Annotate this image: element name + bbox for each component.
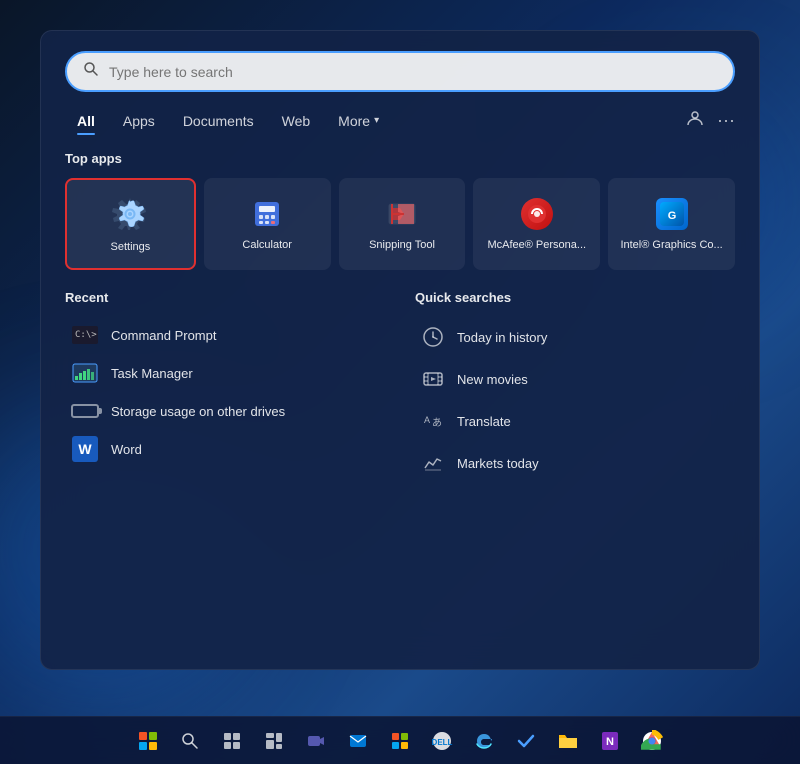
taskbar-mail-icon[interactable] (340, 723, 376, 759)
tab-apps[interactable]: Apps (111, 109, 167, 133)
word-label: Word (111, 442, 142, 457)
app-tile-settings[interactable]: Settings (65, 178, 196, 270)
storage-label: Storage usage on other drives (111, 404, 285, 419)
svg-text:N: N (606, 736, 614, 748)
cmd-label: Command Prompt (111, 328, 216, 343)
movies-label: New movies (457, 372, 528, 387)
nav-tabs: All Apps Documents Web More ▾ ··· (65, 108, 735, 133)
chart-icon (421, 451, 445, 475)
tab-documents[interactable]: Documents (171, 109, 266, 133)
settings-icon (112, 196, 148, 232)
calculator-icon (251, 198, 283, 230)
clock-icon (421, 325, 445, 349)
recent-item-cmd[interactable]: C:\> Command Prompt (65, 317, 385, 353)
recent-column: Recent C:\> Command Prompt (65, 290, 385, 485)
taskbar: DELL N (0, 716, 800, 764)
tab-web[interactable]: Web (270, 109, 323, 133)
nav-right-icons: ··· (685, 108, 735, 133)
top-apps-grid: Settings Calculator (65, 178, 735, 270)
quick-searches-column: Quick searches Today in history (415, 290, 735, 485)
word-icon: W (71, 439, 99, 459)
quick-item-history[interactable]: Today in history (415, 317, 735, 357)
history-label: Today in history (457, 330, 547, 345)
markets-label: Markets today (457, 456, 539, 471)
tab-more[interactable]: More ▾ (326, 109, 391, 133)
svg-text:A: A (424, 415, 430, 425)
mcafee-icon (521, 198, 553, 230)
taskbar-chrome-icon[interactable] (634, 723, 670, 759)
settings-label: Settings (111, 240, 151, 254)
task-manager-icon (71, 363, 99, 383)
search-input[interactable] (109, 64, 717, 80)
app-tile-intel[interactable]: G Intel® Graphics Co... (608, 178, 735, 270)
svg-text:DELL: DELL (432, 738, 453, 747)
mcafee-label: McAfee® Persona... (487, 238, 586, 252)
snipping-label: Snipping Tool (369, 238, 435, 252)
app-tile-calculator[interactable]: Calculator (204, 178, 331, 270)
cmd-icon: C:\> (71, 325, 99, 345)
top-apps-title: Top apps (65, 151, 735, 166)
taskbar-dell-icon[interactable]: DELL (424, 723, 460, 759)
storage-icon (71, 401, 99, 421)
task-manager-label: Task Manager (111, 366, 193, 381)
search-bar[interactable] (65, 51, 735, 92)
windows-start-button[interactable] (130, 723, 166, 759)
taskbar-teams-icon[interactable] (298, 723, 334, 759)
svg-text:G: G (667, 210, 676, 222)
taskbar-edge-icon[interactable] (466, 723, 502, 759)
taskbar-onenote-icon[interactable]: N (592, 723, 628, 759)
intel-label: Intel® Graphics Co... (620, 238, 722, 252)
app-tile-snipping[interactable]: Snipping Tool (339, 178, 466, 270)
translate-label: Translate (457, 414, 511, 429)
recent-title: Recent (65, 290, 385, 305)
app-tile-mcafee[interactable]: McAfee® Persona... (473, 178, 600, 270)
quick-searches-title: Quick searches (415, 290, 735, 305)
taskbar-search-icon[interactable] (172, 723, 208, 759)
quick-item-markets[interactable]: Markets today (415, 443, 735, 483)
recent-item-word[interactable]: W Word (65, 431, 385, 467)
quick-item-movies[interactable]: New movies (415, 359, 735, 399)
recent-item-storage[interactable]: Storage usage on other drives (65, 393, 385, 429)
start-menu: All Apps Documents Web More ▾ ··· Top ap… (40, 30, 760, 670)
intel-icon: G (656, 198, 688, 230)
film-icon (421, 367, 445, 391)
more-options-icon[interactable]: ··· (717, 110, 735, 131)
person-icon[interactable] (685, 108, 705, 133)
taskbar-check-icon[interactable] (508, 723, 544, 759)
taskbar-taskview-icon[interactable] (214, 723, 250, 759)
taskbar-files-icon[interactable] (550, 723, 586, 759)
svg-text:あ: あ (432, 417, 442, 429)
tab-all[interactable]: All (65, 109, 107, 133)
bottom-section: Recent C:\> Command Prompt (65, 290, 735, 485)
translate-icon: A あ (421, 409, 445, 433)
search-icon (83, 61, 99, 82)
recent-item-taskmanager[interactable]: Task Manager (65, 355, 385, 391)
taskbar-widgets-icon[interactable] (256, 723, 292, 759)
quick-item-translate[interactable]: A あ Translate (415, 401, 735, 441)
taskbar-store-icon[interactable] (382, 723, 418, 759)
chevron-down-icon: ▾ (374, 115, 379, 126)
snipping-icon (386, 198, 418, 230)
calculator-label: Calculator (242, 238, 292, 252)
